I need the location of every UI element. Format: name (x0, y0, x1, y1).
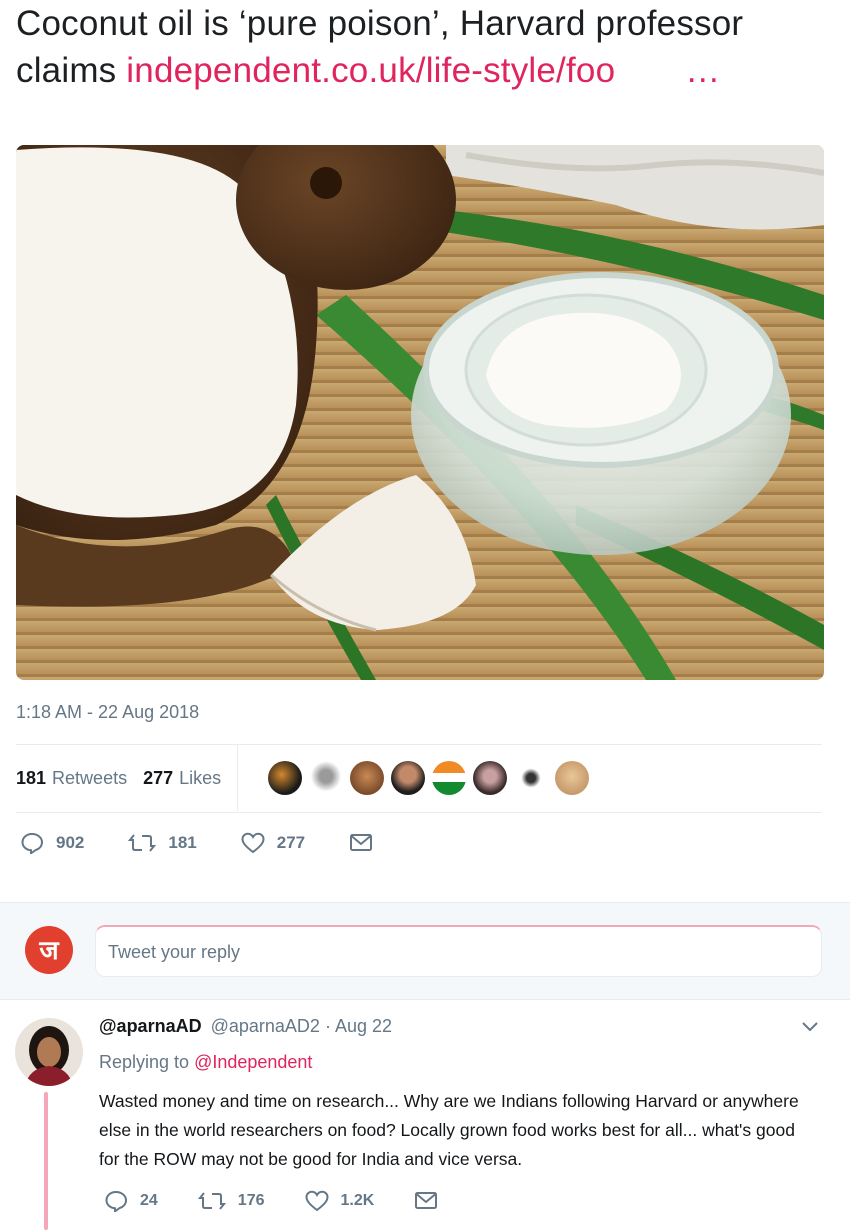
liker-avatar[interactable] (555, 761, 589, 795)
retweet-count: 181 (168, 833, 197, 852)
tweet-actions: 902 181 277 (20, 832, 429, 854)
reply-icon (21, 832, 44, 854)
tweet-stats: 181 Retweets 277 Likes (16, 745, 254, 811)
chevron-down-icon (802, 1022, 818, 1032)
liker-avatars (268, 761, 596, 795)
liker-avatar[interactable] (268, 761, 302, 795)
retweets-stat[interactable]: 181 Retweets (16, 768, 127, 789)
reply-input[interactable]: Tweet your reply (95, 925, 822, 977)
envelope-icon (350, 834, 373, 851)
replying-to: Replying to @Independent (99, 1052, 312, 1073)
reply-actions: 24 176 1.2K (104, 1190, 490, 1212)
reply-action[interactable]: 24 (104, 1190, 158, 1212)
replying-to-mention[interactable]: @Independent (194, 1052, 312, 1072)
tweet-text: Coconut oil is ‘pure poison’, Harvard pr… (16, 0, 816, 94)
reply-header: @aparnaAD @aparnaAD2 · Aug 22 (99, 1016, 392, 1037)
more-options-chevron[interactable] (800, 1020, 820, 1039)
divider (16, 744, 822, 745)
like-count: 1.2K (340, 1192, 375, 1209)
liker-avatar[interactable] (432, 761, 466, 795)
tweet-link-ellipsis: … (685, 51, 721, 90)
like-action[interactable]: 277 (241, 832, 305, 854)
reply-icon (105, 1190, 128, 1212)
retweets-label: Retweets (52, 767, 128, 788)
likes-label: Likes (179, 767, 222, 788)
reply-action[interactable]: 902 (20, 832, 84, 854)
heart-icon (241, 832, 265, 854)
liker-avatar[interactable] (514, 761, 548, 795)
like-count: 277 (276, 833, 306, 852)
liker-avatar[interactable] (391, 761, 425, 795)
tweet-timestamp[interactable]: 1:18 AM - 22 Aug 2018 (16, 702, 199, 723)
current-user-avatar[interactable]: ज (25, 926, 73, 974)
reply-body: Wasted money and time on research... Why… (99, 1091, 799, 1169)
direct-message-action[interactable] (414, 1191, 450, 1211)
likes-count: 277 (143, 767, 174, 788)
heart-icon (304, 1190, 329, 1212)
retweet-count: 176 (237, 1192, 265, 1209)
reply-author-avatar[interactable] (15, 1018, 83, 1086)
like-action[interactable]: 1.2K (304, 1190, 375, 1212)
envelope-icon (415, 1192, 438, 1209)
reply-count: 902 (56, 833, 85, 852)
retweet-icon (197, 1192, 226, 1210)
tweet-link[interactable]: independent.co.uk/life-style/foo (126, 51, 615, 90)
liker-avatar[interactable] (350, 761, 384, 795)
reply-date[interactable]: · Aug 22 (325, 1016, 392, 1036)
divider (16, 812, 822, 813)
reply-count: 24 (140, 1192, 158, 1209)
retweet-action[interactable]: 176 (197, 1190, 265, 1212)
direct-message-action[interactable] (349, 833, 385, 853)
retweets-count: 181 (16, 767, 47, 788)
reply-handle[interactable]: @aparnaAD2 (211, 1016, 320, 1036)
replying-to-label: Replying to (99, 1052, 195, 1072)
liker-avatar[interactable] (309, 761, 343, 795)
reply-display-name[interactable]: @aparnaAD (99, 1016, 202, 1036)
retweet-action[interactable]: 181 (128, 832, 197, 854)
thread-line (44, 1092, 48, 1230)
likes-stat[interactable]: 277 Likes (143, 768, 221, 789)
retweet-icon (128, 834, 157, 852)
tweet-media-image[interactable] (16, 145, 824, 680)
liker-avatar[interactable] (473, 761, 507, 795)
svg-text:ज: ज (38, 936, 60, 966)
stats-separator (237, 745, 239, 811)
